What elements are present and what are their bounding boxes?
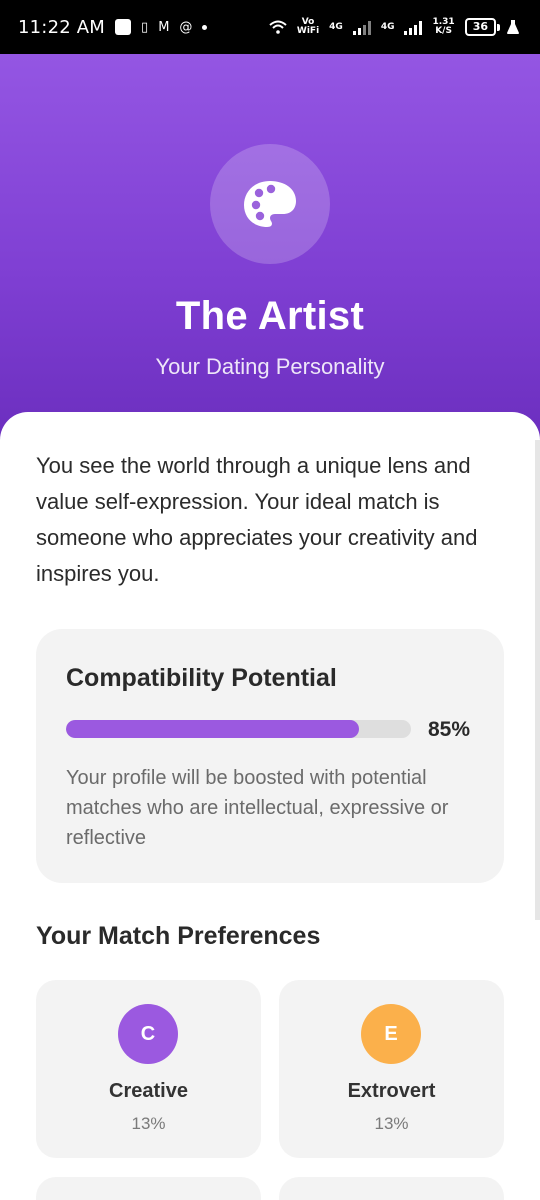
palette-icon	[244, 181, 296, 227]
preference-name: Extrovert	[347, 1080, 436, 1102]
preference-card-creative: C Creative 13%	[36, 980, 261, 1158]
personality-title: The Artist	[175, 294, 365, 338]
preference-card-extrovert: E Extrovert 13%	[279, 980, 504, 1158]
compatibility-percent: 85%	[428, 718, 471, 741]
notification-app-icon	[115, 19, 132, 35]
personality-description: You see the world through a unique lens …	[36, 453, 478, 586]
network-speed: 1.31 K/S	[432, 18, 454, 36]
compatibility-progress-fill	[66, 720, 360, 738]
network-type-1: 4G	[329, 21, 343, 32]
personality-icon-circle	[210, 144, 330, 264]
status-bar-right: Vo WiFi 4G 4G 1.31 K/S 36	[269, 18, 520, 36]
threads-icon: @	[179, 19, 193, 35]
vowifi-label: Vo WiFi	[297, 18, 319, 36]
personality-header: The Artist Your Dating Personality	[0, 54, 540, 454]
vowifi-bottom: WiFi	[296, 26, 320, 36]
match-preferences-title: Your Match Preferences	[36, 922, 321, 950]
preference-card-partial	[36, 1177, 261, 1200]
preference-percent: 13%	[374, 1114, 409, 1133]
battery-saver-icon	[507, 20, 519, 34]
preference-letter-circle: C	[118, 1004, 178, 1064]
compatibility-progress-track	[66, 720, 411, 738]
compatibility-title: Compatibility Potential	[66, 664, 337, 692]
sim-card-icon: ▯	[141, 19, 149, 35]
signal-bars-1-icon	[352, 19, 371, 35]
compatibility-description: Your profile will be boosted with potent…	[66, 767, 449, 849]
network-type-2: 4G	[380, 21, 395, 32]
status-bar-left: 11:22 AM ▯ M @	[18, 16, 208, 38]
preference-name: Creative	[109, 1080, 188, 1102]
network-speed-unit: K/S	[435, 26, 452, 36]
preference-letter-circle: E	[361, 1004, 421, 1064]
more-notifications-dot-icon	[202, 24, 208, 30]
compatibility-card: Compatibility Potential 85% Your profile…	[36, 629, 504, 883]
battery-icon: 36	[464, 18, 501, 36]
clock: 11:22 AM	[18, 16, 106, 38]
wifi-icon	[269, 20, 287, 34]
preference-card-partial	[279, 1177, 504, 1200]
app-screen: 11:22 AM ▯ M @ Vo WiFi 4G 4G 1.31 K/S 36…	[0, 0, 540, 1200]
status-bar: 11:22 AM ▯ M @ Vo WiFi 4G 4G 1.31 K/S 36	[0, 0, 540, 54]
preference-percent: 13%	[131, 1114, 166, 1133]
gmail-icon: M	[158, 19, 170, 35]
signal-bars-2-icon	[404, 19, 423, 35]
scrollbar[interactable]	[535, 440, 540, 920]
personality-subtitle: Your Dating Personality	[155, 354, 385, 379]
